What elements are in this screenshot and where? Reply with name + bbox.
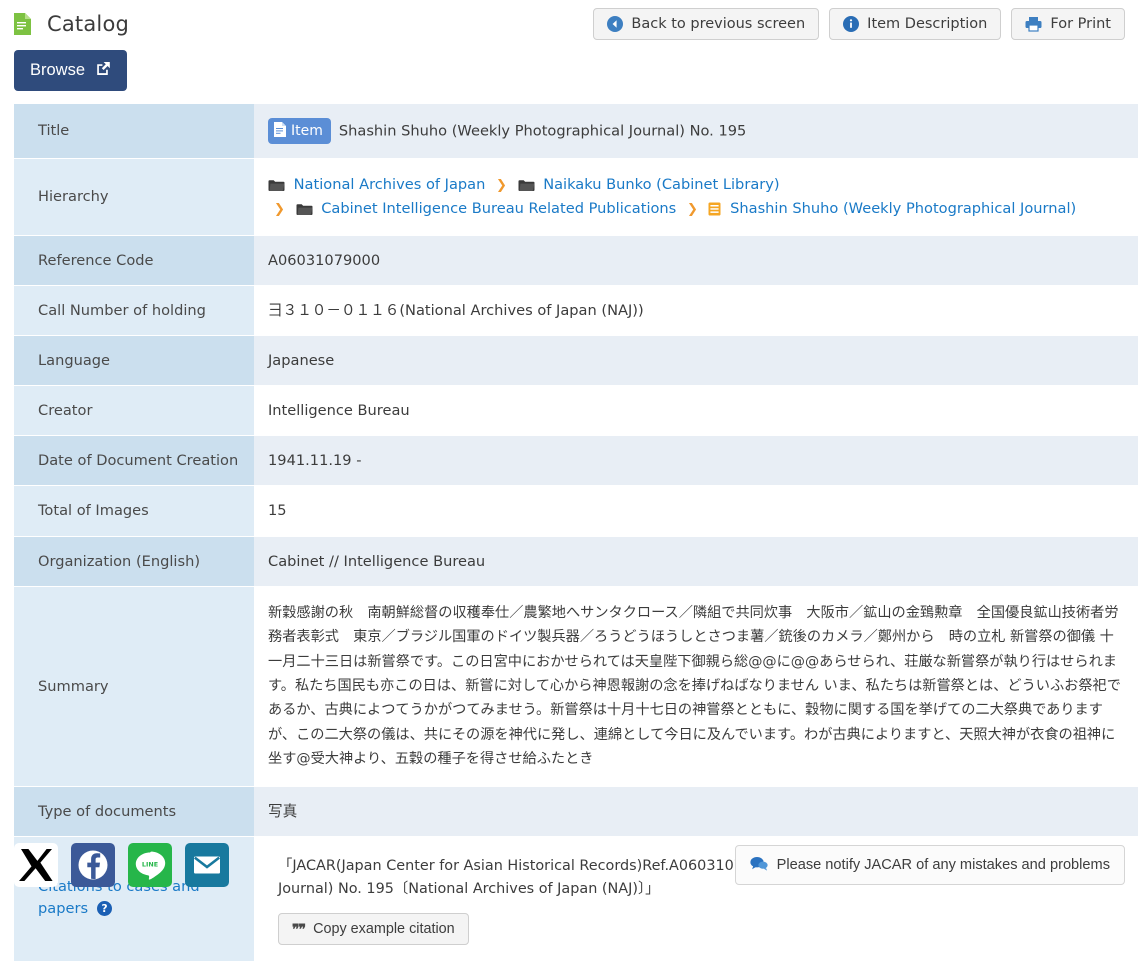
- info-circle-icon: [843, 16, 859, 32]
- email-icon[interactable]: [185, 843, 229, 887]
- table-row: Creator Intelligence Bureau: [14, 386, 1138, 436]
- row-label-title: Title: [14, 103, 254, 158]
- row-label-hierarchy: Hierarchy: [14, 158, 254, 235]
- table-row: Hierarchy National Archives of Japan ❯: [14, 158, 1138, 235]
- breadcrumb-item-2[interactable]: Cabinet Intelligence Bureau Related Publ…: [296, 200, 681, 217]
- item-badge: Item: [268, 118, 331, 144]
- svg-text:LINE: LINE: [142, 860, 158, 868]
- breadcrumb: National Archives of Japan ❯ Naikaku Bun…: [268, 173, 1126, 221]
- header-actions: Back to previous screen Item Description: [593, 8, 1125, 40]
- row-label-date-of-document-creation: Date of Document Creation: [14, 436, 254, 486]
- row-value-hierarchy: National Archives of Japan ❯ Naikaku Bun…: [254, 158, 1138, 235]
- quote-icon: ❞❞: [292, 922, 305, 936]
- line-icon[interactable]: LINE: [128, 843, 172, 887]
- browse-label: Browse: [30, 62, 85, 79]
- table-row: Total of Images 15: [14, 486, 1138, 536]
- table-row: Title Item: [14, 103, 1138, 158]
- copy-example-citation-label: Copy example citation: [313, 922, 455, 936]
- chevron-right-icon: ❯: [274, 202, 285, 217]
- folder-icon: [296, 200, 322, 217]
- browse-button[interactable]: Browse: [14, 50, 127, 91]
- browse-row: Browse: [0, 48, 1141, 103]
- row-label-reference-code: Reference Code: [14, 235, 254, 285]
- row-label-summary: Summary: [14, 586, 254, 786]
- facebook-icon[interactable]: [71, 843, 115, 887]
- breadcrumb-item-0[interactable]: National Archives of Japan: [268, 176, 490, 193]
- external-link-icon: [96, 61, 111, 80]
- item-badge-label: Item: [291, 124, 323, 138]
- page-footer: LINE Please notify JACAR of any mistakes…: [0, 831, 1141, 899]
- row-value-title: Item Shashin Shuho (Weekly Photographica…: [254, 103, 1138, 158]
- document-green-icon: [14, 13, 31, 35]
- breadcrumb-link-2[interactable]: Cabinet Intelligence Bureau Related Publ…: [321, 200, 676, 217]
- folder-icon: [268, 176, 294, 193]
- row-value-call-number: 彐３１０－０１１６(National Archives of Japan (NA…: [254, 285, 1138, 335]
- table-row: Language Japanese: [14, 335, 1138, 385]
- chevron-right-icon: ❯: [687, 202, 698, 217]
- row-value-date-of-document-creation: 1941.11.19 -: [254, 436, 1138, 486]
- table-row: Reference Code A06031079000: [14, 235, 1138, 285]
- page-title: Catalog: [47, 12, 129, 36]
- row-value-reference-code: A06031079000: [254, 235, 1138, 285]
- row-label-type-of-documents: Type of documents: [14, 786, 254, 836]
- row-value-type-of-documents: 写真: [254, 786, 1138, 836]
- help-circle-icon[interactable]: ?: [92, 903, 112, 920]
- table-row: Date of Document Creation 1941.11.19 -: [14, 436, 1138, 486]
- social-share-group: LINE: [14, 843, 229, 887]
- svg-text:?: ?: [101, 903, 107, 915]
- table-row: Summary 新穀感謝の秋 南朝鮮総督の収穫奉仕／農繁地へサンタクロース／隣組…: [14, 586, 1138, 786]
- notify-jacar-label: Please notify JACAR of any mistakes and …: [777, 858, 1110, 873]
- for-print-button[interactable]: For Print: [1011, 8, 1125, 40]
- row-label-creator: Creator: [14, 386, 254, 436]
- x-twitter-icon[interactable]: [14, 843, 58, 887]
- for-print-label: For Print: [1050, 17, 1111, 32]
- page-title-group: Catalog: [14, 12, 129, 36]
- file-list-orange-icon: [708, 200, 730, 217]
- breadcrumb-item-1[interactable]: Naikaku Bunko (Cabinet Library): [518, 176, 780, 193]
- item-description-button[interactable]: Item Description: [829, 8, 1001, 40]
- row-label-total-of-images: Total of Images: [14, 486, 254, 536]
- back-circle-icon: [607, 16, 623, 32]
- chevron-right-icon: ❯: [496, 178, 507, 193]
- breadcrumb-link-0[interactable]: National Archives of Japan: [294, 176, 486, 193]
- row-value-summary: 新穀感謝の秋 南朝鮮総督の収穫奉仕／農繁地へサンタクロース／隣組で共同炊事 大阪…: [254, 586, 1138, 786]
- summary-text: 新穀感謝の秋 南朝鮮総督の収穫奉仕／農繁地へサンタクロース／隣組で共同炊事 大阪…: [268, 601, 1126, 772]
- row-label-call-number: Call Number of holding: [14, 285, 254, 335]
- breadcrumb-link-3[interactable]: Shashin Shuho (Weekly Photographical Jou…: [730, 200, 1076, 217]
- breadcrumb-link-1[interactable]: Naikaku Bunko (Cabinet Library): [543, 176, 779, 193]
- back-to-previous-screen-label: Back to previous screen: [631, 17, 805, 32]
- row-value-organization: Cabinet // Intelligence Bureau: [254, 536, 1138, 586]
- row-value-language: Japanese: [254, 335, 1138, 385]
- page-header: Catalog Back to previous screen Item Des…: [0, 0, 1141, 48]
- table-row: Organization (English) Cabinet // Intell…: [14, 536, 1138, 586]
- breadcrumb-item-3[interactable]: Shashin Shuho (Weekly Photographical Jou…: [708, 200, 1076, 217]
- table-row: Call Number of holding 彐３１０－０１１６(Nationa…: [14, 285, 1138, 335]
- document-white-icon: [274, 122, 286, 140]
- notify-jacar-button[interactable]: Please notify JACAR of any mistakes and …: [735, 845, 1125, 886]
- row-label-organization: Organization (English): [14, 536, 254, 586]
- comment-icon: [750, 856, 768, 875]
- row-label-language: Language: [14, 335, 254, 385]
- title-value-text: Shashin Shuho (Weekly Photographical Jou…: [339, 122, 746, 139]
- folder-icon: [518, 176, 544, 193]
- row-value-creator: Intelligence Bureau: [254, 386, 1138, 436]
- table-row: Type of documents 写真: [14, 786, 1138, 836]
- printer-icon: [1025, 16, 1042, 32]
- copy-example-citation-button[interactable]: ❞❞ Copy example citation: [278, 913, 469, 945]
- item-description-label: Item Description: [867, 17, 987, 32]
- back-to-previous-screen-button[interactable]: Back to previous screen: [593, 8, 819, 40]
- row-value-total-of-images: 15: [254, 486, 1138, 536]
